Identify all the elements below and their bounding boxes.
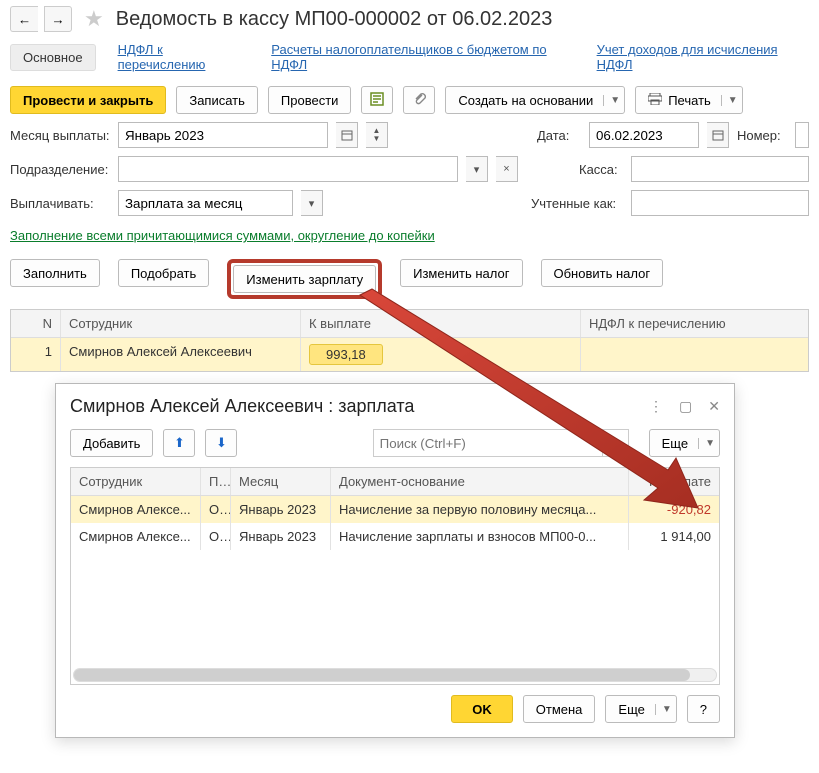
tab-ndfl-income[interactable]: Учет доходов для исчисления НДФЛ <box>597 42 809 72</box>
dept-dropdown-icon[interactable]: ▾ <box>466 156 488 182</box>
salary-detail-modal: Смирнов Алексей Алексеевич : зарплата ⋮ … <box>55 383 735 738</box>
pay-type-input[interactable] <box>118 190 293 216</box>
close-icon[interactable]: ✕ <box>708 398 720 415</box>
arrow-up-icon: ⬆ <box>174 435 185 451</box>
modal-row[interactable]: Смирнов Алексе... О... Январь 2023 Начис… <box>71 523 719 550</box>
number-input[interactable] <box>795 122 809 148</box>
cancel-button[interactable]: Отмена <box>523 695 596 723</box>
cell-employee: Смирнов Алексей Алексеевич <box>61 338 301 371</box>
chevron-down-icon: ▼ <box>603 95 620 106</box>
chevron-down-icon: ▼ <box>698 438 715 449</box>
add-row-button[interactable]: Добавить <box>70 429 153 457</box>
accounted-input[interactable] <box>631 190 809 216</box>
month-label: Месяц выплаты: <box>10 128 110 143</box>
col-n[interactable]: N <box>11 310 61 337</box>
arrow-right-icon: → <box>51 12 64 27</box>
callout-highlight: Изменить зарплату <box>227 259 382 299</box>
move-down-button[interactable]: ⬇ <box>205 429 237 457</box>
date-label: Дата: <box>537 128 581 143</box>
month-input[interactable] <box>118 122 328 148</box>
attach-button[interactable] <box>403 86 435 114</box>
refresh-tax-button[interactable]: Обновить налог <box>541 259 664 287</box>
select-button[interactable]: Подобрать <box>118 259 209 287</box>
month-stepper[interactable]: ▲▼ <box>366 122 388 148</box>
post-close-button[interactable]: Провести и закрыть <box>10 86 166 114</box>
cell-n: 1 <box>11 338 61 371</box>
dept-input[interactable] <box>118 156 458 182</box>
mcol-employee[interactable]: Сотрудник <box>71 468 201 495</box>
fill-settings-link[interactable]: Заполнение всеми причитающимися суммами,… <box>10 224 435 251</box>
tab-ndfl-transfer[interactable]: НДФЛ к перечислению <box>118 42 250 72</box>
salary-detail-grid: Сотрудник П... Месяц Документ-основание … <box>70 467 720 685</box>
modal-row[interactable]: Смирнов Алексе... О... Январь 2023 Начис… <box>71 496 719 523</box>
employees-grid: N Сотрудник К выплате НДФЛ к перечислени… <box>10 309 809 372</box>
modal-search-input[interactable] <box>373 429 603 457</box>
printer-icon <box>648 93 662 108</box>
page-title: Ведомость в кассу МП00-000002 от 06.02.2… <box>116 8 553 31</box>
modal-title: Смирнов Алексей Алексеевич : зарплата <box>70 396 414 417</box>
mcol-doc[interactable]: Документ-основание <box>331 468 629 495</box>
mcol-pay[interactable]: К выплате <box>629 468 719 495</box>
calendar-icon[interactable] <box>336 122 358 148</box>
mcol-p[interactable]: П... <box>201 468 231 495</box>
cell-ndfl <box>581 338 808 371</box>
cell-pay: 993,18 <box>301 338 581 371</box>
kassa-label: Касса: <box>579 162 623 177</box>
help-button[interactable]: ? <box>687 695 720 723</box>
chevron-down-icon: ▼ <box>721 95 738 106</box>
kassa-input[interactable] <box>631 156 809 182</box>
nav-back-button[interactable]: ← <box>10 6 38 32</box>
date-calendar-icon[interactable] <box>707 122 729 148</box>
tab-ndfl-budget[interactable]: Расчеты налогоплательщиков с бюджетом по… <box>271 42 574 72</box>
create-based-button[interactable]: Создать на основании ▼ <box>445 86 625 114</box>
change-salary-button[interactable]: Изменить зарплату <box>233 265 376 293</box>
dept-label: Подразделение: <box>10 162 110 177</box>
col-pay[interactable]: К выплате <box>301 310 581 337</box>
scrollbar-thumb[interactable] <box>74 669 690 681</box>
modal-more-button[interactable]: Еще ▼ <box>649 429 720 457</box>
tab-main[interactable]: Основное <box>10 44 96 71</box>
arrow-left-icon: ← <box>18 12 31 27</box>
col-ndfl[interactable]: НДФЛ к перечислению <box>581 310 808 337</box>
post-button[interactable]: Провести <box>268 86 352 114</box>
chevron-down-icon: ▼ <box>655 704 672 715</box>
report-button[interactable] <box>361 86 393 114</box>
search-clear-icon[interactable]: × <box>603 429 629 457</box>
pay-type-dropdown-icon[interactable]: ▾ <box>301 190 323 216</box>
report-icon <box>370 92 384 109</box>
col-employee[interactable]: Сотрудник <box>61 310 301 337</box>
write-button[interactable]: Записать <box>176 86 258 114</box>
change-tax-button[interactable]: Изменить налог <box>400 259 522 287</box>
arrow-down-icon: ⬇ <box>216 435 227 451</box>
pay-chip[interactable]: 993,18 <box>309 344 383 365</box>
window-icon[interactable]: ▢ <box>679 398 692 415</box>
ok-button[interactable]: OK <box>451 695 513 723</box>
nav-forward-button[interactable]: → <box>44 6 72 32</box>
pay-label: Выплачивать: <box>10 196 110 211</box>
date-input[interactable] <box>589 122 699 148</box>
footer-more-button[interactable]: Еще ▼ <box>605 695 676 723</box>
print-button[interactable]: Печать ▼ <box>635 86 743 114</box>
favorite-star-icon[interactable]: ★ <box>84 6 104 32</box>
accounted-label: Учтенные как: <box>531 196 623 211</box>
grid-row[interactable]: 1 Смирнов Алексей Алексеевич 993,18 <box>11 338 808 371</box>
dept-clear-icon[interactable]: × <box>496 156 518 182</box>
move-up-button[interactable]: ⬆ <box>163 429 195 457</box>
paperclip-icon <box>412 92 426 109</box>
kebab-menu-icon[interactable]: ⋮ <box>649 398 663 415</box>
mcol-month[interactable]: Месяц <box>231 468 331 495</box>
horizontal-scrollbar[interactable] <box>73 668 717 682</box>
fill-button[interactable]: Заполнить <box>10 259 100 287</box>
number-label: Номер: <box>737 128 787 143</box>
